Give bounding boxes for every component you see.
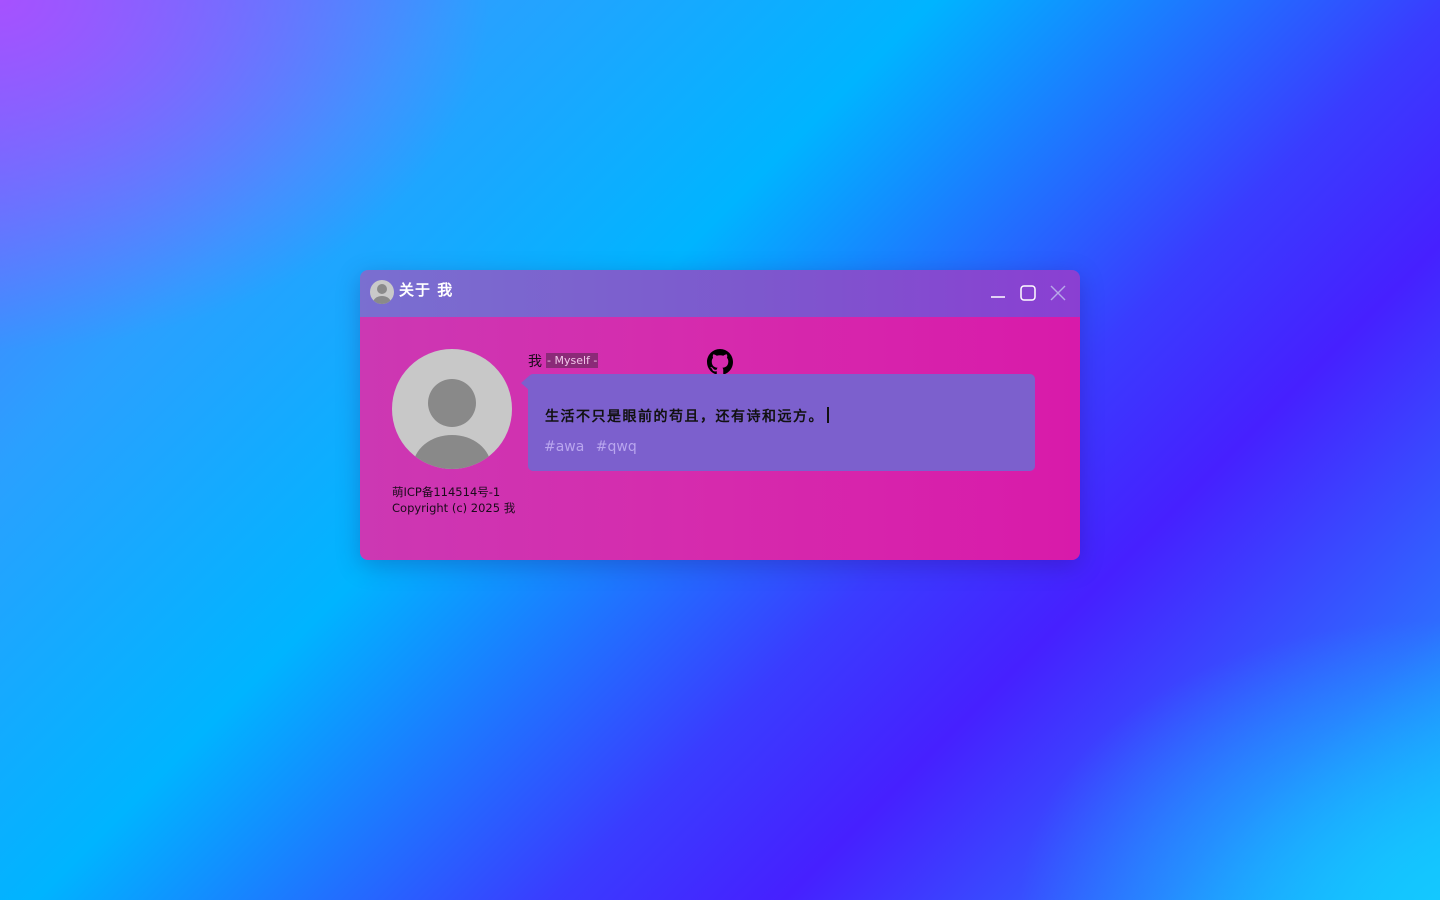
window-title: 关于 我 [399, 281, 454, 299]
motto-text: 生活不只是眼前的苟且，还有诗和远方。 [545, 406, 829, 426]
about-content: 萌ICP备114514号-1 Copyright (c) 2025 我 我 - … [360, 317, 1080, 560]
bubble-tail [521, 376, 529, 390]
github-link[interactable] [707, 349, 733, 375]
tag-awa[interactable]: #awa [544, 439, 584, 455]
profile-subtitle: - Myself - [546, 353, 599, 368]
minimize-icon [991, 296, 1005, 298]
avatar [392, 349, 512, 469]
about-window: 关于 我 萌ICP备114514号-1 Copyright (c) 2025 我… [360, 270, 1080, 560]
maximize-button[interactable] [1017, 282, 1039, 304]
github-icon [707, 349, 733, 375]
motto-content: 生活不只是眼前的苟且，还有诗和远方。 [545, 409, 824, 425]
tag-qwq[interactable]: #qwq [596, 439, 637, 455]
minimize-button[interactable] [987, 282, 1009, 304]
user-avatar-icon [370, 280, 394, 304]
maximize-icon [1020, 285, 1036, 301]
icp-record: 萌ICP备114514号-1 [392, 485, 501, 499]
profile-name: 我 [528, 354, 542, 370]
close-icon [1050, 285, 1066, 301]
tag-list: #awa #qwq [544, 439, 644, 455]
motto-bubble: 生活不只是眼前的苟且，还有诗和远方。 #awa #qwq [521, 374, 1035, 471]
close-button[interactable] [1047, 282, 1069, 304]
text-caret [827, 407, 829, 423]
copyright-text: Copyright (c) 2025 我 [392, 501, 516, 515]
title-bar[interactable]: 关于 我 [360, 270, 1080, 317]
